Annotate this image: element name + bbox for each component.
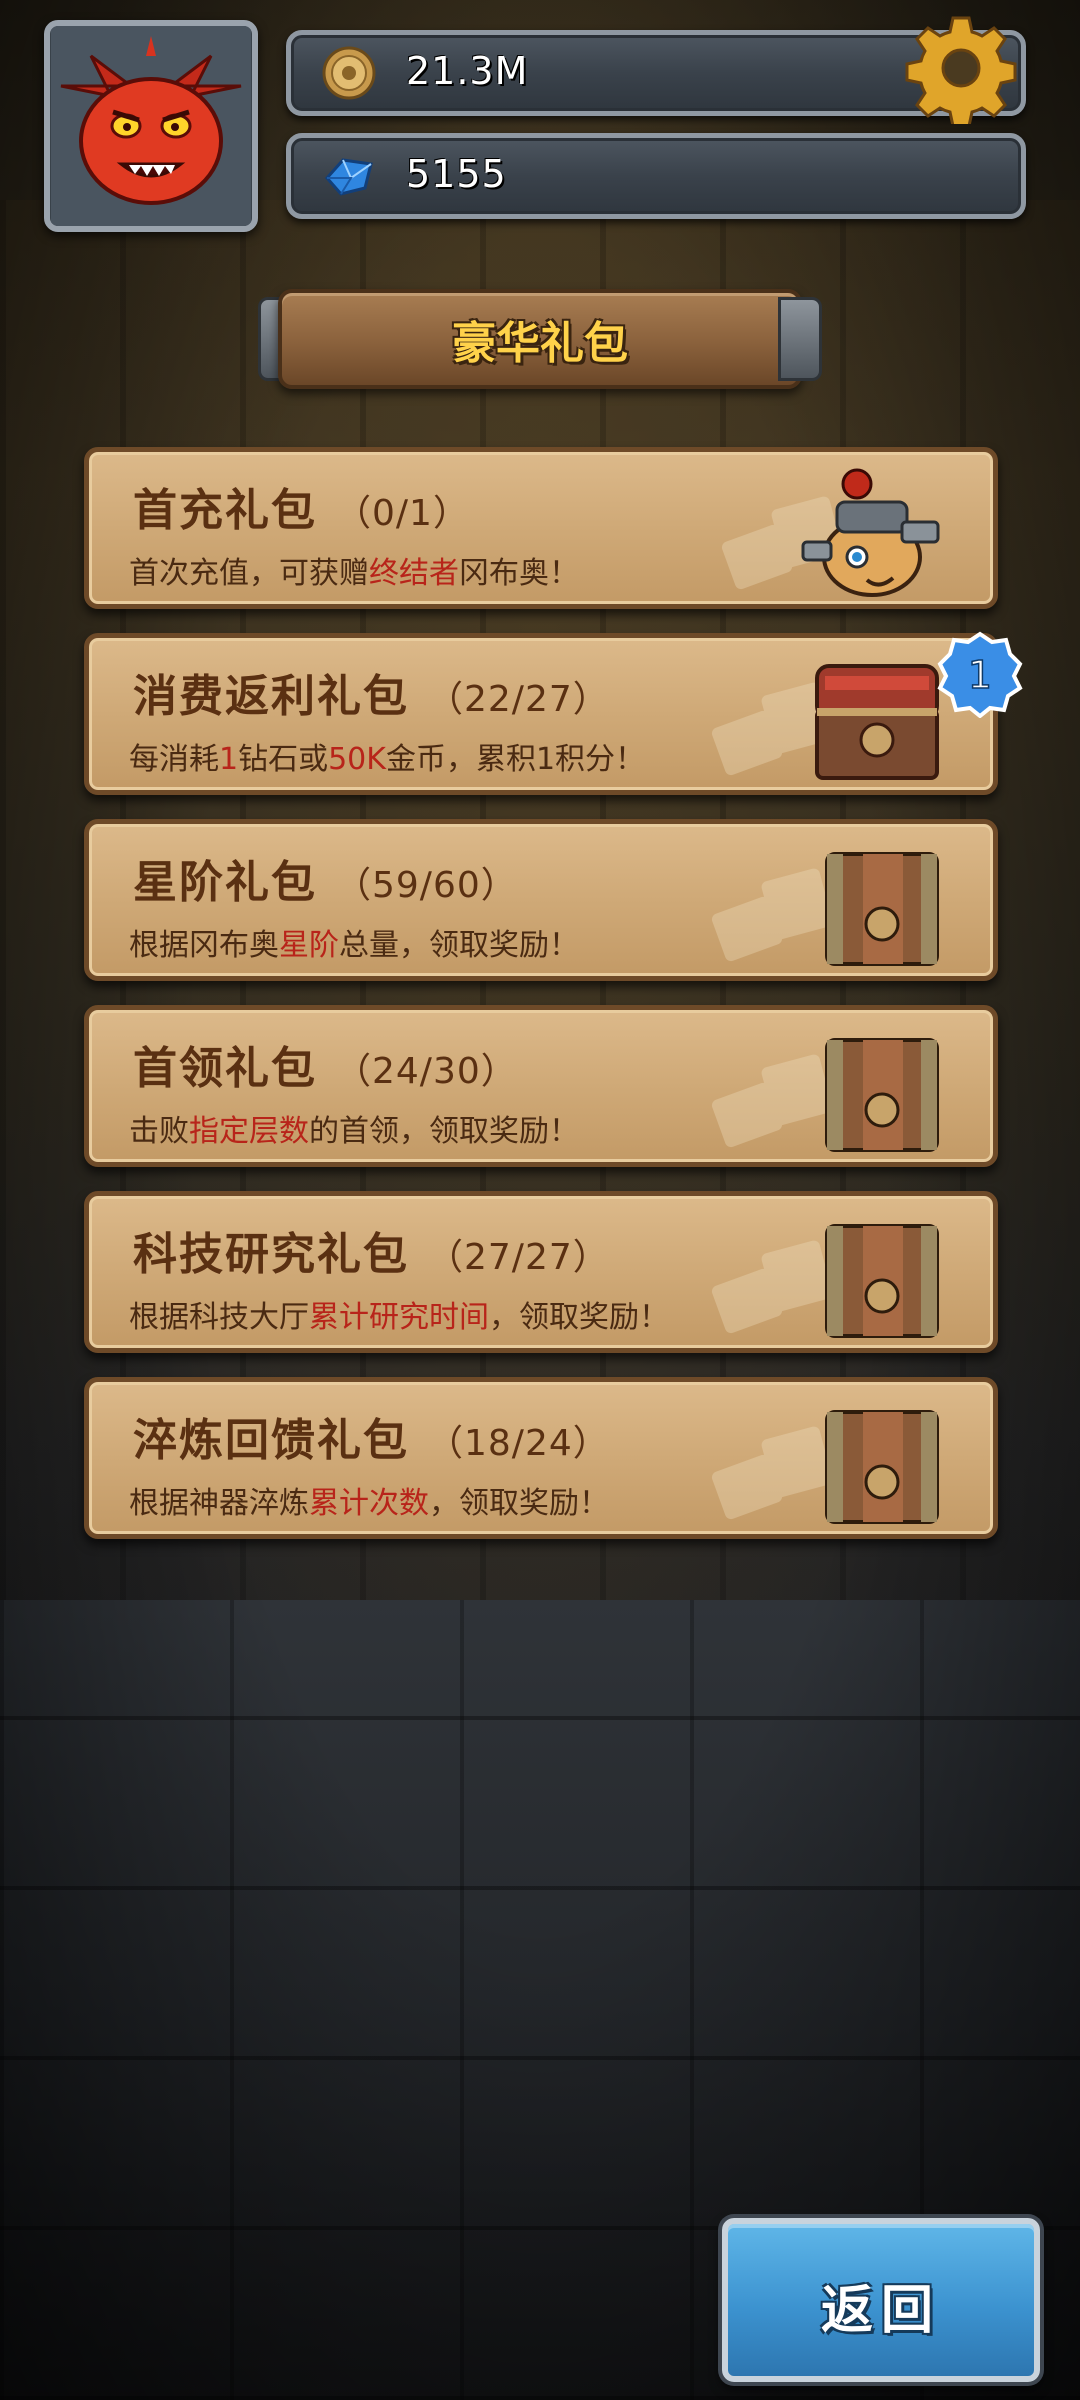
pack-card-boss[interactable]: 首领礼包 （24/30） 击败指定层数的首领，领取奖励！ bbox=[84, 1005, 998, 1167]
pack-title: 淬炼回馈礼包 （18/24） bbox=[133, 1415, 610, 1466]
pack-description: 根据科技大厅累计研究时间，领取奖励！ bbox=[129, 1300, 669, 1335]
pack-progress: （27/27） bbox=[427, 1237, 610, 1278]
treasure-chest-icon bbox=[711, 1410, 939, 1524]
pack-title: 首领礼包 （24/30） bbox=[133, 1043, 518, 1094]
notification-badge: 1 bbox=[937, 631, 1023, 718]
treasure-chest-icon bbox=[711, 852, 939, 966]
page-title: 豪华礼包 bbox=[452, 318, 628, 369]
treasure-chest-icon bbox=[711, 1038, 939, 1152]
pack-progress: （0/1） bbox=[335, 493, 470, 534]
pack-title: 首充礼包 （0/1） bbox=[133, 485, 470, 536]
back-button[interactable]: 返回 bbox=[722, 2218, 1040, 2382]
pack-title: 消费返利礼包 （22/27） bbox=[133, 671, 610, 722]
pack-description: 每消耗1钻石或50K金币，累积1积分！ bbox=[129, 742, 646, 777]
gold-value: 21.3M bbox=[406, 49, 529, 93]
pack-progress: （18/24） bbox=[427, 1423, 610, 1464]
red-dragon-avatar-icon bbox=[51, 26, 251, 226]
badge-count: 1 bbox=[968, 653, 992, 697]
pack-progress: （59/60） bbox=[335, 865, 518, 906]
treasure-chest-icon bbox=[711, 1224, 939, 1338]
pack-card-refine-feedback[interactable]: 淬炼回馈礼包 （18/24） 根据神器淬炼累计次数，领取奖励！ bbox=[84, 1377, 998, 1539]
pack-title: 星阶礼包 （59/60） bbox=[133, 857, 518, 908]
red-treasure-chest-icon bbox=[711, 664, 939, 780]
pack-description: 根据冈布奥星阶总量，领取奖励！ bbox=[129, 928, 579, 963]
pack-description: 首次充值，可获赠终结者冈布奥！ bbox=[129, 556, 579, 591]
pack-title: 科技研究礼包 （27/27） bbox=[133, 1229, 610, 1280]
pack-card-tech-research[interactable]: 科技研究礼包 （27/27） 根据科技大厅累计研究时间，领取奖励！ bbox=[84, 1191, 998, 1353]
pack-description: 根据神器淬炼累计次数，领取奖励！ bbox=[129, 1486, 609, 1521]
gem-counter: 5155 bbox=[286, 133, 1026, 219]
blue-gem-icon bbox=[325, 158, 373, 196]
gold-coin-icon bbox=[322, 46, 376, 100]
pack-description: 击败指定层数的首领，领取奖励！ bbox=[129, 1114, 579, 1149]
robot-creature-icon bbox=[721, 468, 940, 597]
pack-card-star-rank[interactable]: 星阶礼包 （59/60） 根据冈布奥星阶总量，领取奖励！ bbox=[84, 819, 998, 981]
page-title-banner: 豪华礼包 bbox=[258, 285, 822, 393]
player-avatar[interactable] bbox=[44, 20, 258, 232]
gear-icon[interactable] bbox=[905, 12, 1017, 124]
pack-card-spending-rebate[interactable]: 消费返利礼包 （22/27） 每消耗1钻石或50K金币，累积1积分！ bbox=[84, 633, 998, 795]
back-button-label: 返回 bbox=[820, 2281, 941, 2341]
pack-progress: （24/30） bbox=[335, 1051, 518, 1092]
pack-card-first-recharge[interactable]: 首充礼包 （0/1） 首次充值，可获赠终结者冈布奥！ bbox=[84, 447, 998, 609]
gem-value: 5155 bbox=[406, 152, 507, 196]
pack-progress: （22/27） bbox=[427, 679, 610, 720]
